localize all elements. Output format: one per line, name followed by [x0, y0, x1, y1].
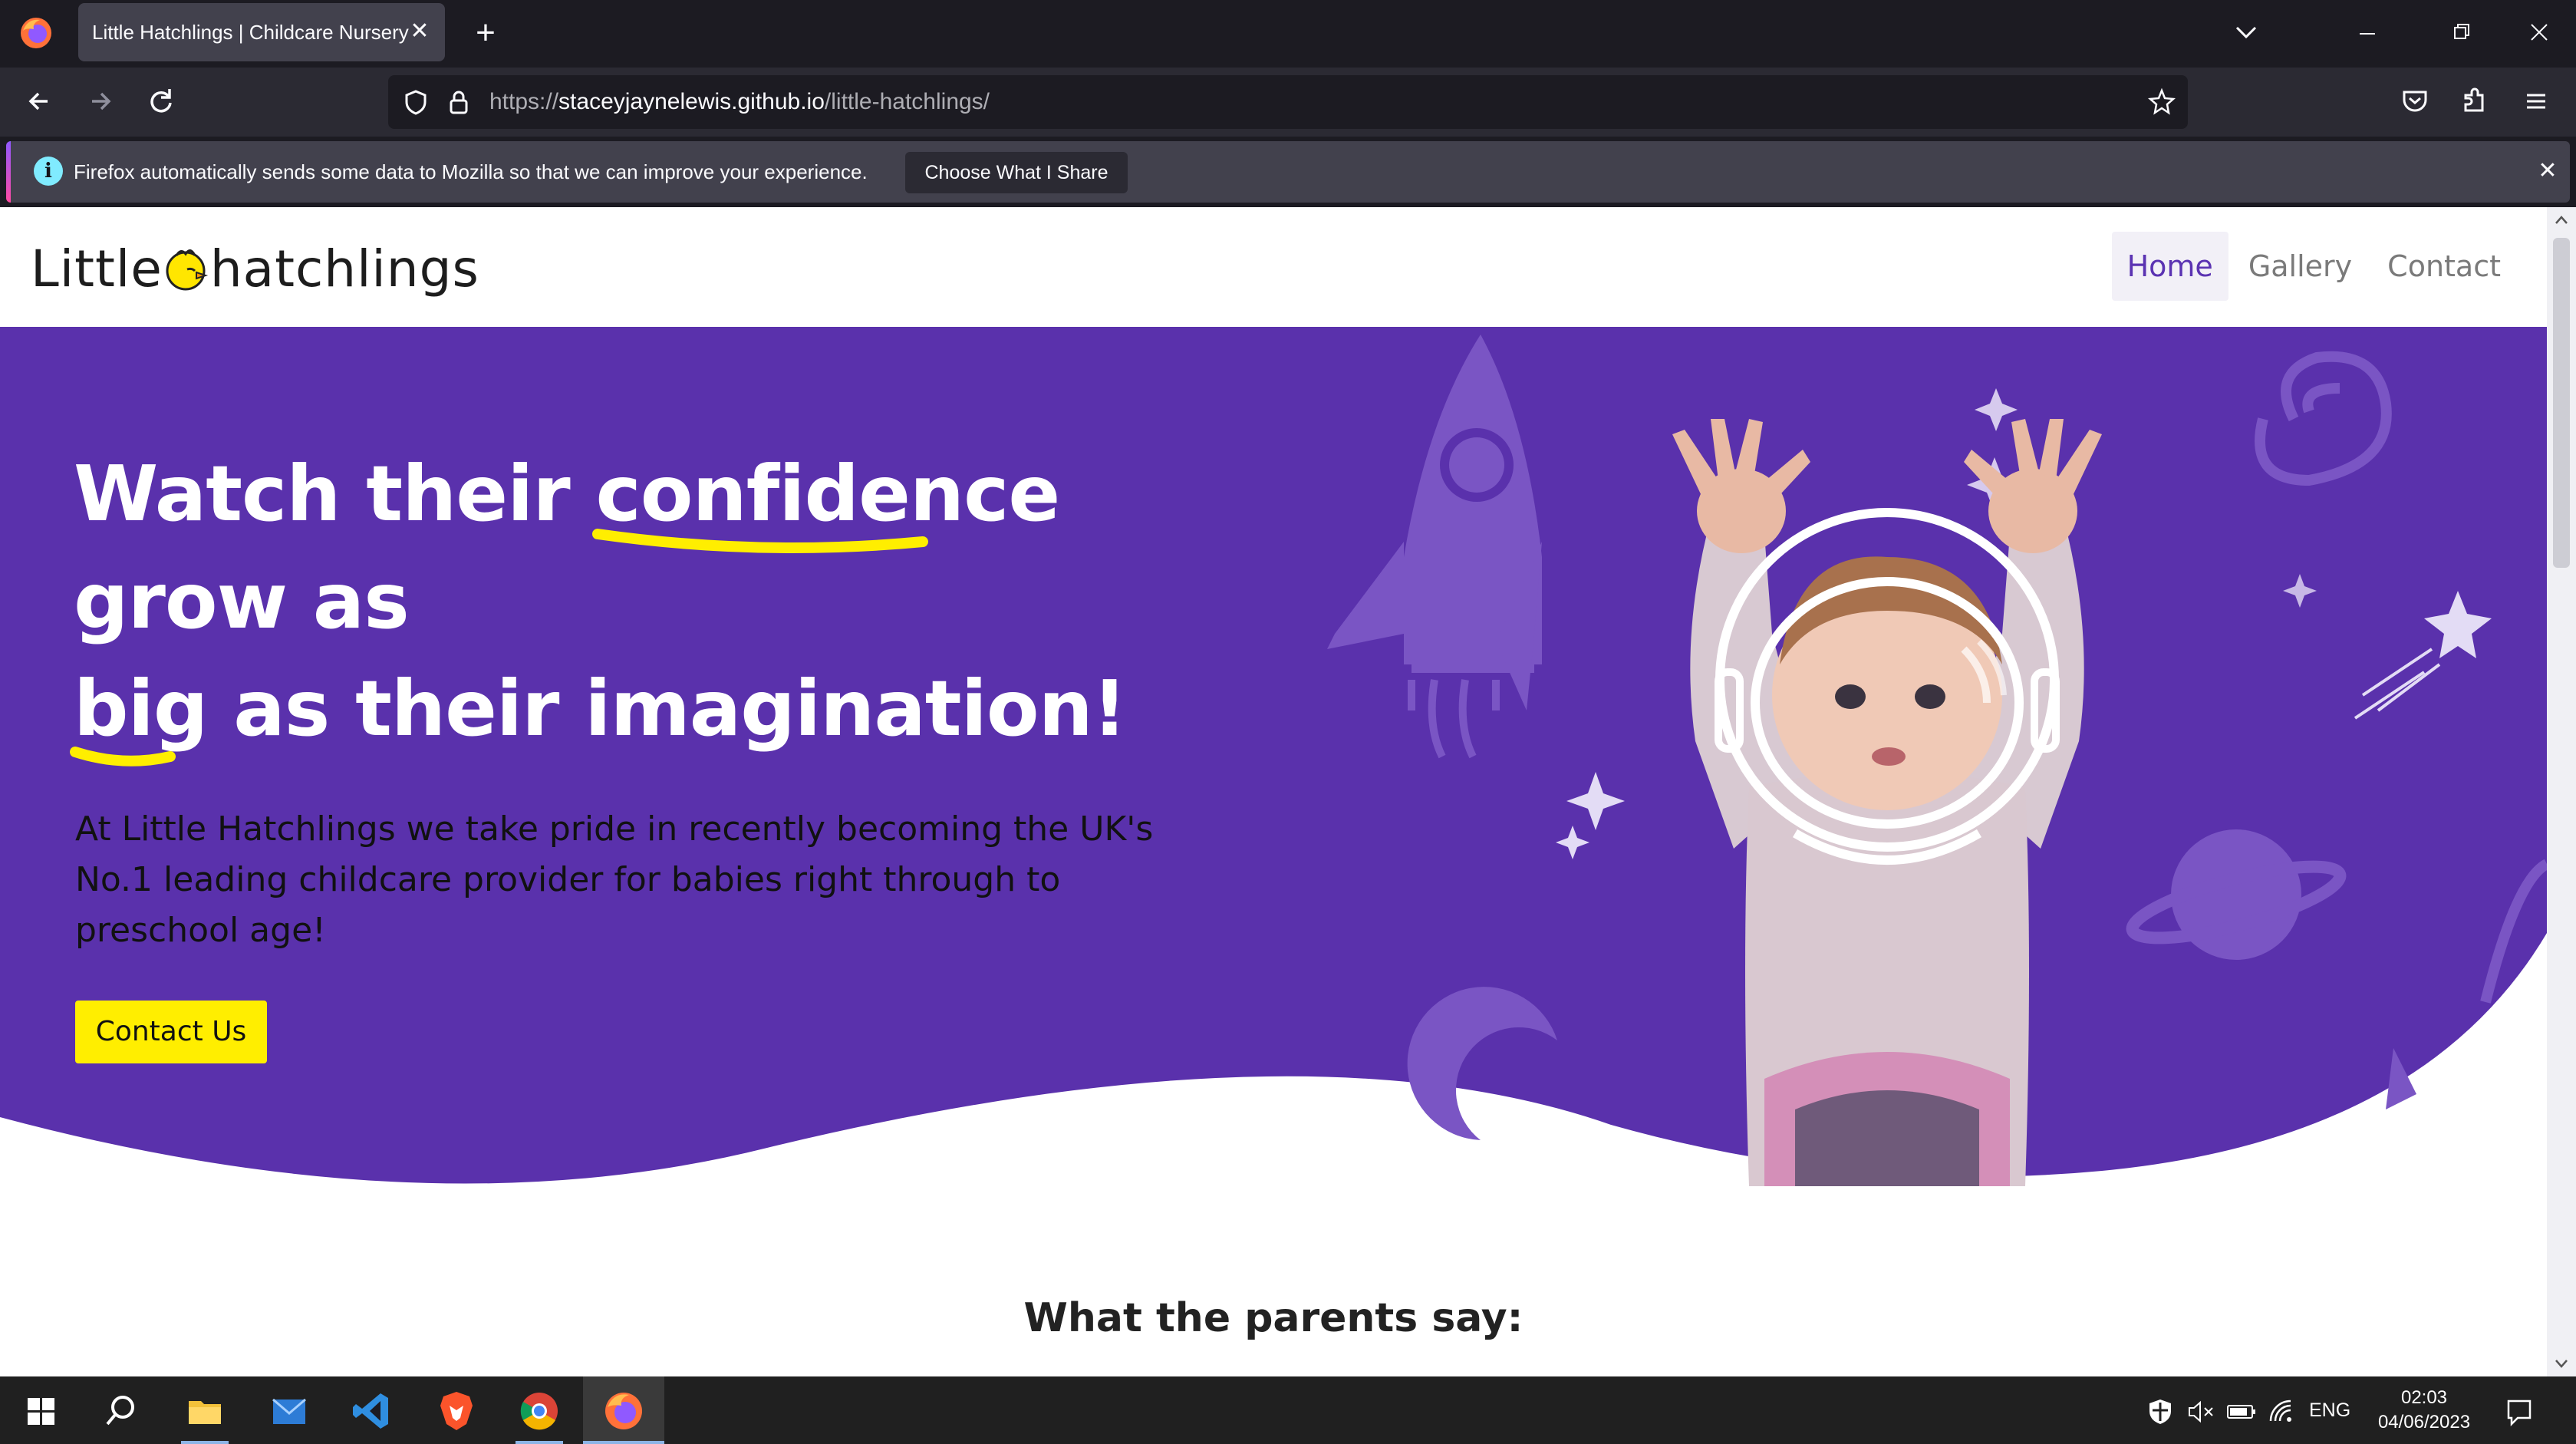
- notifications-icon[interactable]: [2502, 1395, 2536, 1429]
- browser-tab-bar: Little Hatchlings | Childcare Nursery ✕ …: [0, 0, 2576, 68]
- hero-heading: Watch their confidence grow as big as the…: [70, 440, 1224, 767]
- forward-icon[interactable]: [77, 78, 123, 124]
- chick-icon: [166, 249, 208, 291]
- wifi-icon[interactable]: [2266, 1396, 2297, 1427]
- windows-taskbar: ENG 02:03 04/06/2023: [0, 1376, 2576, 1444]
- scroll-up-icon[interactable]: [2553, 212, 2570, 229]
- language-indicator[interactable]: ENG: [2309, 1376, 2350, 1444]
- clock-date: 04/06/2023: [2377, 1412, 2471, 1432]
- mail-icon[interactable]: [265, 1387, 313, 1435]
- app-menu-icon[interactable]: [2513, 78, 2559, 124]
- logo-text-right: hatchlings: [209, 239, 479, 298]
- scrollbar-thumb[interactable]: [2553, 238, 2570, 568]
- notification-accent: [6, 141, 11, 203]
- yellow-underline: [591, 529, 928, 553]
- yellow-underline: [70, 747, 176, 767]
- url-host: staceyjaynelewis.github.io: [558, 89, 825, 114]
- volume-muted-icon[interactable]: [2185, 1396, 2215, 1427]
- active-app-indicator: [181, 1441, 229, 1444]
- url-bar[interactable]: https://staceyjaynelewis.github.io/littl…: [388, 75, 2188, 129]
- tab-title: Little Hatchlings | Childcare Nursery: [92, 21, 409, 44]
- url-path: /little-hatchlings/: [824, 89, 990, 114]
- restore-icon[interactable]: [2436, 8, 2485, 57]
- file-explorer-icon[interactable]: [181, 1387, 229, 1435]
- browser-nav-bar: https://staceyjaynelewis.github.io/littl…: [0, 68, 2576, 137]
- vscode-icon[interactable]: [348, 1387, 396, 1435]
- notification-close-icon[interactable]: ✕: [2528, 152, 2567, 190]
- tracking-protection-shield-icon[interactable]: [399, 85, 433, 119]
- testimonials-heading-text: What the parents say:: [1023, 1295, 1524, 1343]
- brave-browser-icon[interactable]: [433, 1387, 480, 1435]
- nav-home[interactable]: Home: [2111, 232, 2228, 301]
- heading-highlight-word: big: [74, 664, 208, 753]
- pocket-icon[interactable]: [2392, 78, 2438, 124]
- active-app-indicator: [583, 1441, 664, 1444]
- logo-text-left: Little: [31, 239, 163, 298]
- clock-time: 02:03: [2400, 1387, 2448, 1408]
- url-text[interactable]: https://staceyjaynelewis.github.io/littl…: [489, 75, 990, 129]
- info-icon: i: [34, 157, 63, 186]
- windows-start-icon[interactable]: [17, 1387, 64, 1435]
- child-astronaut-photo: [1672, 419, 2102, 1186]
- list-all-tabs-icon[interactable]: [2222, 8, 2271, 57]
- minimize-icon[interactable]: [2343, 8, 2392, 57]
- search-icon[interactable]: [97, 1387, 144, 1435]
- heading-highlight-word: confidence: [595, 449, 1061, 539]
- tab-close-icon[interactable]: ✕: [405, 17, 434, 46]
- highlight-confidence: confidence: [591, 440, 1061, 553]
- clock[interactable]: 02:03 04/06/2023: [2370, 1386, 2478, 1435]
- page-scrollbar[interactable]: [2547, 207, 2576, 1376]
- web-page: Little hatchlings Home Gallery Contact W…: [0, 207, 2547, 1376]
- heading-part: as their imagination!: [207, 664, 1127, 753]
- site-header: Little hatchlings Home Gallery Contact: [0, 207, 2547, 327]
- heading-part: grow as: [74, 556, 410, 646]
- nav-gallery[interactable]: Gallery: [2233, 232, 2367, 301]
- hero-description: At Little Hatchlings we take pride in re…: [75, 809, 1154, 950]
- active-app-indicator: [516, 1441, 563, 1444]
- testimonials-heading: What the parents say:: [0, 1295, 2547, 1343]
- battery-icon[interactable]: [2225, 1396, 2258, 1427]
- browser-tab[interactable]: Little Hatchlings | Childcare Nursery ✕: [78, 3, 445, 61]
- lock-icon[interactable]: [442, 85, 476, 119]
- close-window-icon[interactable]: [2515, 8, 2564, 57]
- notification-text: Firefox automatically sends some data to…: [74, 160, 868, 183]
- firefox-taskbar-icon[interactable]: [600, 1387, 647, 1435]
- new-tab-icon[interactable]: +: [466, 14, 505, 52]
- data-collection-notification: i Firefox automatically sends some data …: [6, 141, 2570, 203]
- defender-shield-icon[interactable]: [2145, 1396, 2176, 1427]
- site-nav: Home Gallery Contact: [2111, 232, 2516, 301]
- choose-what-i-share-button[interactable]: Choose What I Share: [905, 152, 1128, 193]
- highlight-big: big: [70, 655, 208, 767]
- firefox-icon[interactable]: [17, 14, 55, 52]
- contact-us-button[interactable]: Contact Us: [75, 1001, 267, 1063]
- site-logo[interactable]: Little hatchlings: [31, 223, 479, 315]
- heading-part: Watch their: [74, 449, 596, 539]
- url-protocol: https://: [489, 89, 559, 114]
- reload-icon[interactable]: [138, 78, 184, 124]
- back-icon[interactable]: [17, 78, 63, 124]
- chrome-icon[interactable]: [516, 1387, 563, 1435]
- bookmark-star-icon[interactable]: [2145, 85, 2179, 119]
- scroll-down-icon[interactable]: [2553, 1355, 2570, 1372]
- nav-contact[interactable]: Contact: [2372, 232, 2516, 301]
- hero-section: Watch their confidence grow as big as the…: [0, 327, 2547, 1209]
- extensions-icon[interactable]: [2452, 78, 2498, 124]
